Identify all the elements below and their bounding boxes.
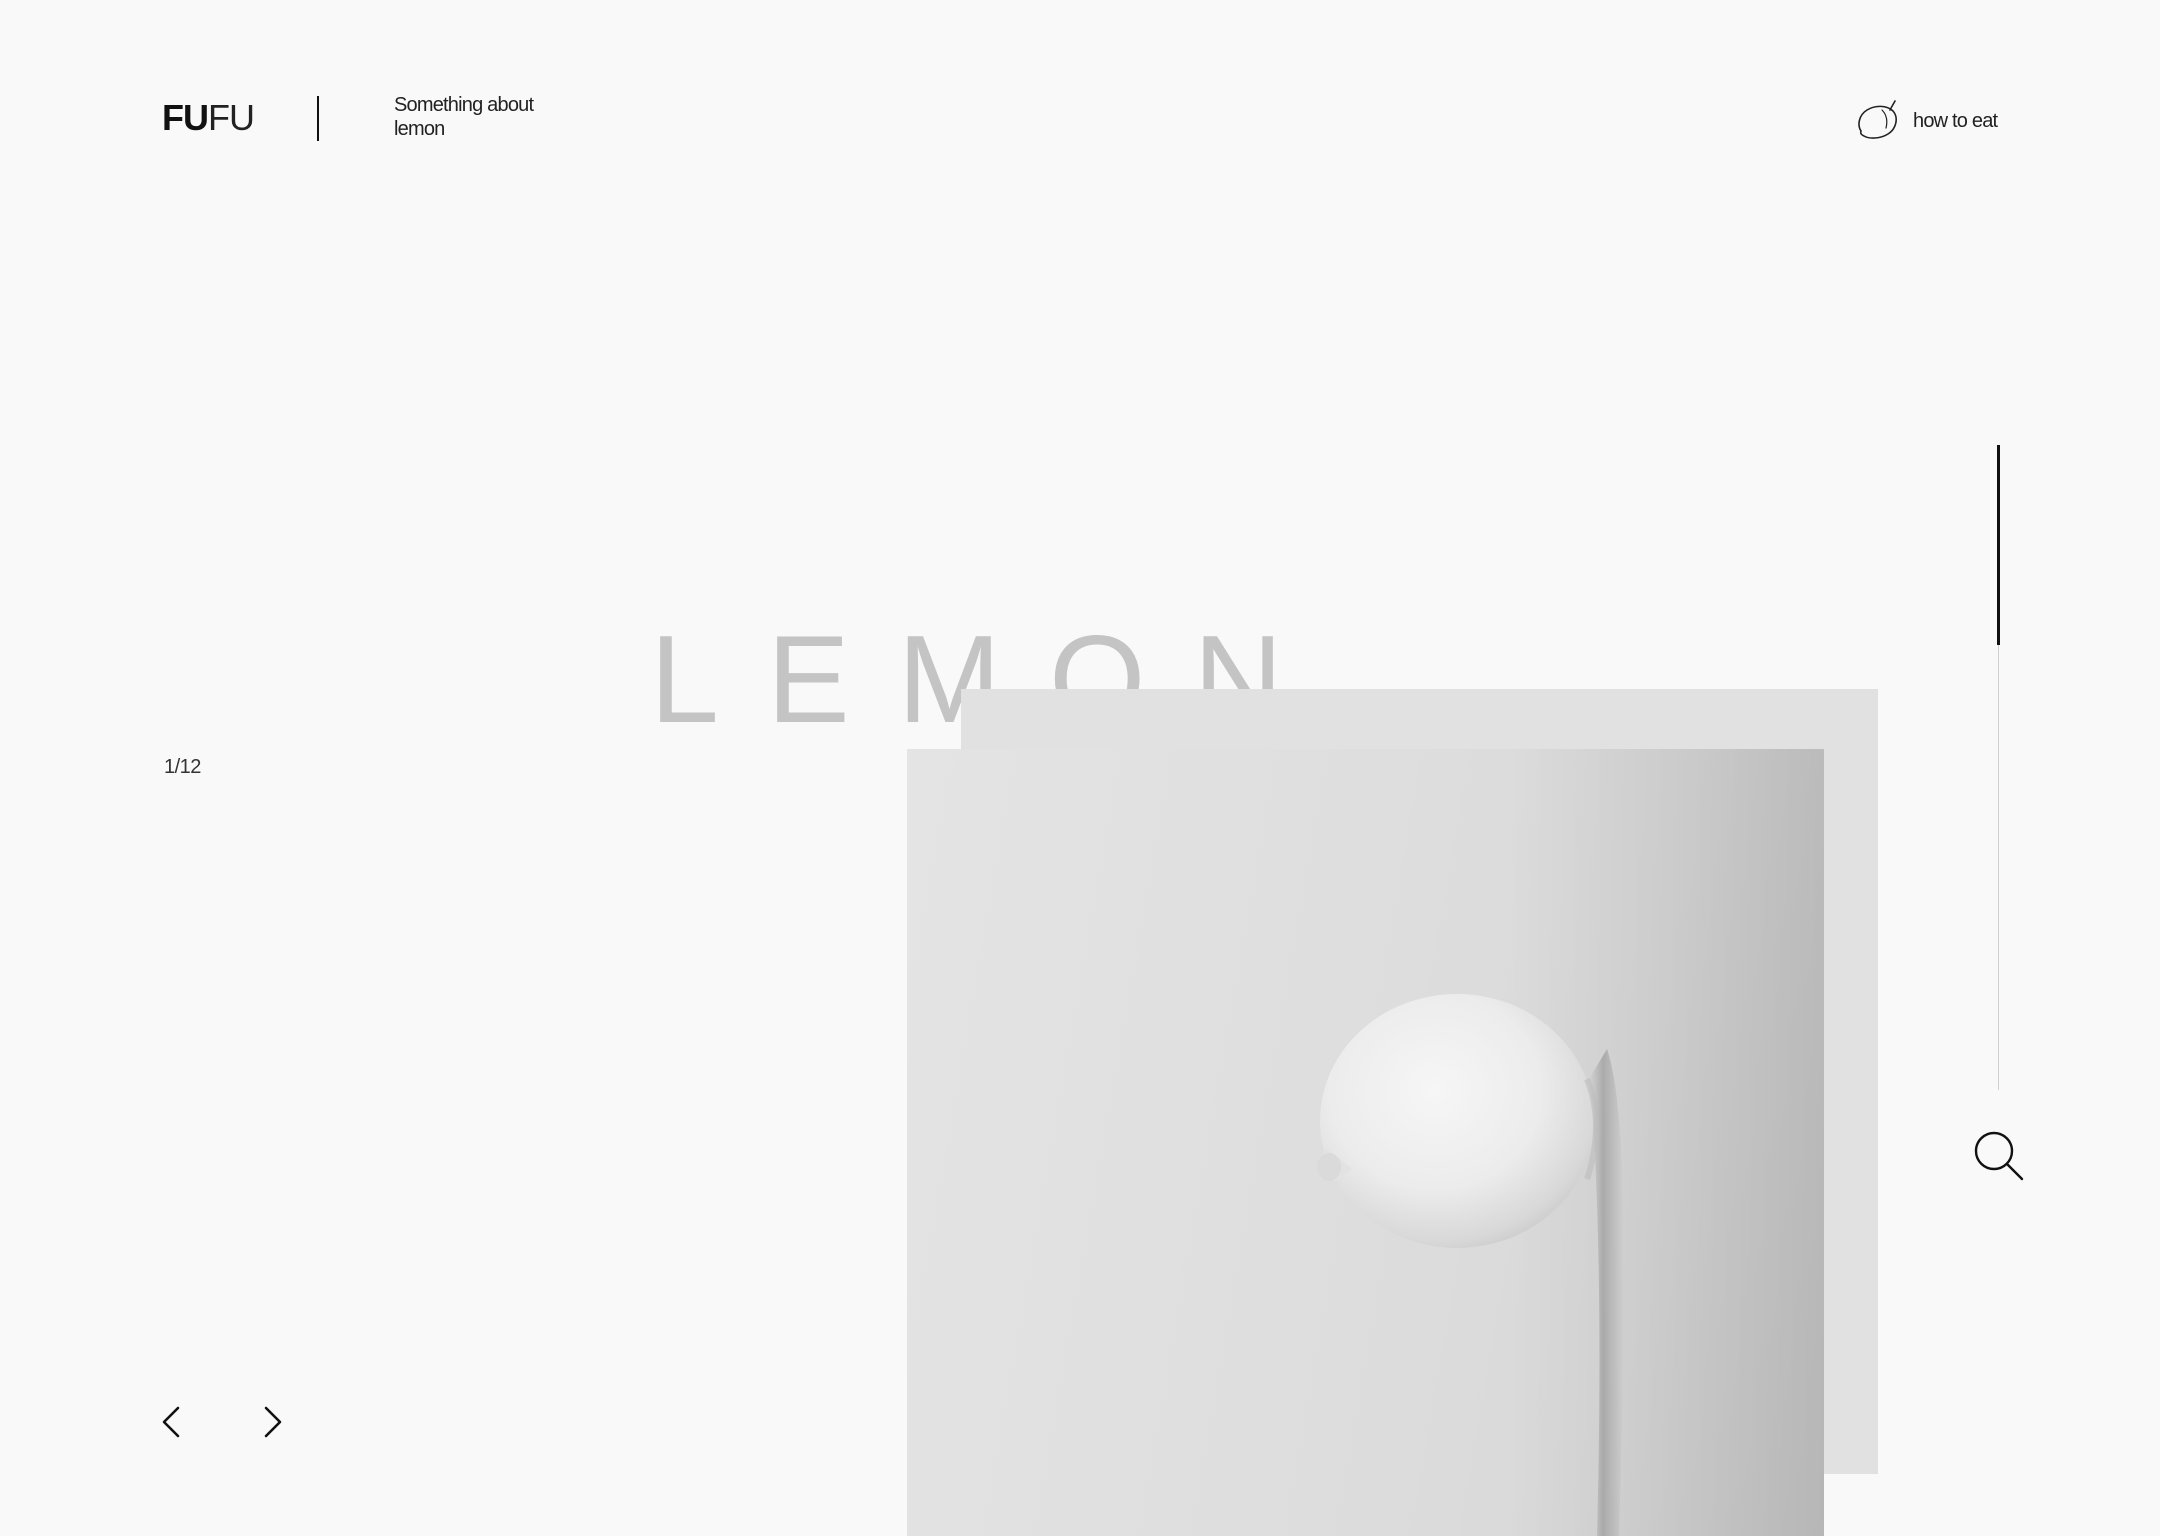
logo-light-part: FU xyxy=(208,97,255,138)
tagline-line-2: lemon xyxy=(394,118,445,140)
chevron-left-icon xyxy=(152,1402,192,1442)
search-icon xyxy=(1973,1130,2025,1182)
tagline-line-1: Something about xyxy=(394,94,534,116)
next-button[interactable] xyxy=(252,1402,292,1442)
lemon-photo xyxy=(907,749,1824,1536)
logo-bold-part: FU xyxy=(162,97,209,138)
logo[interactable]: FUFU xyxy=(162,96,255,140)
search-button[interactable] xyxy=(1973,1130,2025,1182)
page: FUFU Something about lemon how to eat LE… xyxy=(0,0,2160,1536)
how-to-eat-label: how to eat xyxy=(1913,109,1998,132)
how-to-eat-link[interactable]: how to eat xyxy=(1855,97,1998,145)
lemon-outline-icon xyxy=(1855,98,1901,144)
header-divider xyxy=(317,96,319,141)
chevron-right-icon xyxy=(252,1402,292,1442)
scroll-thumb[interactable] xyxy=(1997,445,2000,645)
tagline: Something about lemon xyxy=(394,93,614,141)
slide-counter: 1/12 xyxy=(164,756,201,778)
prev-button[interactable] xyxy=(152,1402,192,1442)
